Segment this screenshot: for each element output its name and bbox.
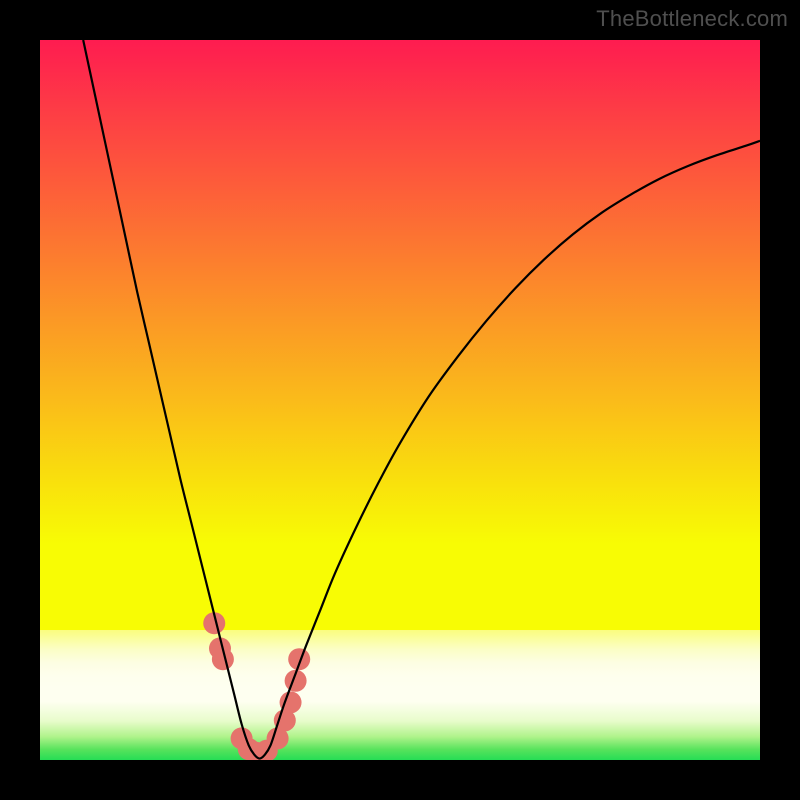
chart-frame: TheBottleneck.com [0, 0, 800, 800]
watermark-text: TheBottleneck.com [596, 6, 788, 32]
bottleneck-curve [83, 40, 760, 759]
plot-area [40, 40, 760, 760]
curve-layer [40, 40, 760, 760]
